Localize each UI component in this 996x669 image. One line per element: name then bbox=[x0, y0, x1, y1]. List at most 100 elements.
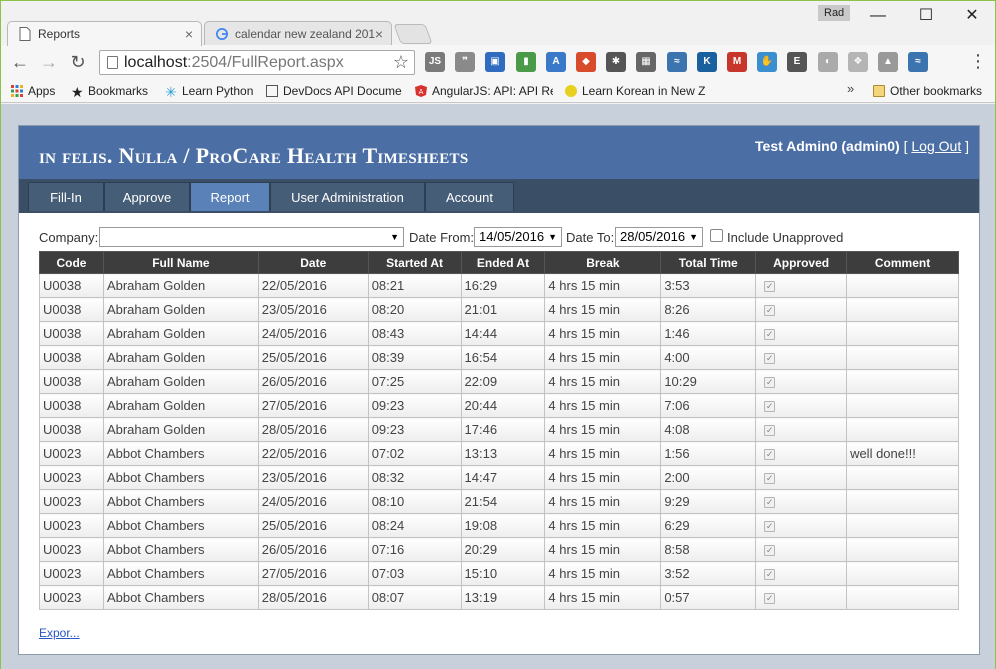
box-icon[interactable]: ▣ bbox=[485, 52, 505, 72]
k-icon[interactable]: K bbox=[697, 52, 717, 72]
menu-fill-in[interactable]: Fill-In bbox=[28, 182, 104, 211]
bookmark-angularjs[interactable]: A AngularJS: API: API Re bbox=[415, 83, 553, 99]
close-window-icon[interactable]: ✕ bbox=[949, 4, 995, 28]
menu-account[interactable]: Account bbox=[425, 182, 514, 211]
menu-user-administration[interactable]: User Administration bbox=[270, 182, 425, 211]
reload-icon[interactable]: ↻ bbox=[67, 52, 89, 72]
approved-checkbox[interactable]: ✓ bbox=[764, 545, 776, 557]
column-header[interactable]: Code bbox=[39, 251, 104, 274]
approved-cell: ✓ bbox=[755, 537, 848, 562]
menu-icon[interactable]: ⋮ bbox=[969, 52, 987, 72]
logout-link[interactable]: Log Out bbox=[911, 138, 961, 154]
column-header[interactable]: Break bbox=[544, 251, 662, 274]
chevron-right-icon[interactable]: » bbox=[847, 81, 854, 96]
maximize-icon[interactable]: ☐ bbox=[903, 4, 949, 28]
hand-icon[interactable]: ✋ bbox=[757, 52, 777, 72]
column-header[interactable]: Comment bbox=[846, 251, 959, 274]
page-info-icon[interactable] bbox=[107, 56, 118, 69]
url-text[interactable]: localhost:2504/FullReport.aspx bbox=[124, 54, 344, 72]
a-icon[interactable]: A bbox=[546, 52, 566, 72]
export-link[interactable]: Expor... bbox=[39, 626, 80, 640]
approved-checkbox[interactable]: ✓ bbox=[764, 593, 776, 605]
python-icon[interactable]: ≈ bbox=[667, 52, 687, 72]
bookmark-other[interactable]: Other bookmarks bbox=[873, 83, 982, 99]
table-cell bbox=[846, 585, 959, 610]
approved-checkbox[interactable]: ✓ bbox=[764, 449, 776, 461]
table-cell bbox=[846, 321, 959, 346]
approved-checkbox[interactable]: ✓ bbox=[764, 281, 776, 293]
column-header[interactable]: Started At bbox=[367, 251, 462, 274]
table-cell: 3:53 bbox=[660, 273, 757, 298]
table-cell: U0038 bbox=[39, 393, 104, 418]
table-cell: 4 hrs 15 min bbox=[544, 417, 662, 442]
column-header[interactable]: Date bbox=[257, 251, 369, 274]
approved-checkbox[interactable]: ✓ bbox=[764, 329, 776, 341]
column-header[interactable]: Approved bbox=[755, 251, 848, 274]
table-cell: 4 hrs 15 min bbox=[544, 465, 662, 490]
forward-arrow-icon[interactable]: → bbox=[38, 52, 60, 72]
colorbox-icon[interactable]: ◆ bbox=[576, 52, 596, 72]
bookmark-learn-python[interactable]: ✳ Learn Python bbox=[165, 83, 253, 99]
table-cell: 22/05/2016 bbox=[257, 273, 369, 298]
bookmark-bookmarks[interactable]: ★ Bookmarks bbox=[71, 83, 148, 99]
table-cell: Abraham Golden bbox=[102, 273, 259, 298]
table-cell: 08:32 bbox=[367, 465, 462, 490]
approved-checkbox[interactable]: ✓ bbox=[764, 473, 776, 485]
table-cell: Abbot Chambers bbox=[102, 465, 259, 490]
paint-icon[interactable]: ▮ bbox=[516, 52, 536, 72]
table-cell: 21:01 bbox=[460, 297, 546, 322]
approved-checkbox[interactable]: ✓ bbox=[764, 497, 776, 509]
tab-reports[interactable]: Reports × bbox=[7, 21, 202, 46]
bookmark-learn-korean[interactable]: Learn Korean in New Z bbox=[565, 83, 705, 99]
bug-icon[interactable]: ✱ bbox=[606, 52, 626, 72]
bookmark-devdocs[interactable]: DevDocs API Docume bbox=[266, 83, 402, 99]
dropbox-icon[interactable]: ❖ bbox=[848, 52, 868, 72]
date-to-select[interactable]: 28/05/2016 ▼ bbox=[615, 227, 703, 247]
approved-checkbox[interactable]: ✓ bbox=[764, 305, 776, 317]
menu-approve[interactable]: Approve bbox=[104, 182, 190, 211]
column-header[interactable]: Ended At bbox=[460, 251, 546, 274]
close-icon[interactable]: × bbox=[185, 22, 193, 46]
address-bar[interactable]: localhost:2504/FullReport.aspx ☆ bbox=[99, 50, 415, 75]
table-cell: 08:43 bbox=[367, 321, 462, 346]
speech-icon[interactable]: ❞ bbox=[455, 52, 475, 72]
approved-checkbox[interactable]: ✓ bbox=[764, 401, 776, 413]
bookmark-apps[interactable]: Apps bbox=[11, 83, 55, 99]
profile-label[interactable]: Rad bbox=[818, 5, 851, 21]
gmail-icon[interactable]: M bbox=[727, 52, 747, 72]
approved-checkbox[interactable]: ✓ bbox=[764, 521, 776, 533]
star-icon[interactable]: ☆ bbox=[393, 52, 409, 73]
main-menu: Fill-In Approve Report User Administrati… bbox=[19, 179, 979, 213]
js-icon[interactable]: JS bbox=[425, 52, 445, 72]
circle-icon[interactable]: ◐ bbox=[818, 52, 838, 72]
table-cell: 23/05/2016 bbox=[257, 297, 369, 322]
approved-checkbox[interactable]: ✓ bbox=[764, 353, 776, 365]
table-cell: U0038 bbox=[39, 369, 104, 394]
column-header[interactable]: Full Name bbox=[102, 251, 259, 274]
close-icon[interactable]: × bbox=[375, 22, 383, 46]
include-unapproved-checkbox[interactable] bbox=[710, 229, 723, 242]
table-cell: 20:44 bbox=[460, 393, 546, 418]
new-tab-button[interactable] bbox=[393, 24, 433, 44]
drive-icon[interactable]: ▲ bbox=[878, 52, 898, 72]
date-from-select[interactable]: 14/05/2016 ▼ bbox=[474, 227, 562, 247]
back-arrow-icon[interactable]: ← bbox=[9, 52, 31, 72]
minimize-icon[interactable]: — bbox=[855, 4, 901, 28]
company-select[interactable]: ▼ bbox=[99, 227, 404, 247]
table-cell: 08:24 bbox=[367, 513, 462, 538]
approved-checkbox[interactable]: ✓ bbox=[764, 425, 776, 437]
table-cell: 9:29 bbox=[660, 489, 757, 514]
grid-icon[interactable]: ▦ bbox=[636, 52, 656, 72]
column-header[interactable]: Total Time bbox=[660, 251, 757, 274]
table-cell: Abbot Chambers bbox=[102, 537, 259, 562]
tab-calendar[interactable]: calendar new zealand 201 × bbox=[204, 21, 392, 46]
table-cell: 08:07 bbox=[367, 585, 462, 610]
python2-icon[interactable]: ≈ bbox=[908, 52, 928, 72]
evernote-icon[interactable]: E bbox=[787, 52, 807, 72]
approved-checkbox[interactable]: ✓ bbox=[764, 377, 776, 389]
table-cell: 4 hrs 15 min bbox=[544, 441, 662, 466]
approved-checkbox[interactable]: ✓ bbox=[764, 569, 776, 581]
table-cell: 6:29 bbox=[660, 513, 757, 538]
table-cell: Abraham Golden bbox=[102, 369, 259, 394]
menu-report[interactable]: Report bbox=[190, 182, 270, 211]
